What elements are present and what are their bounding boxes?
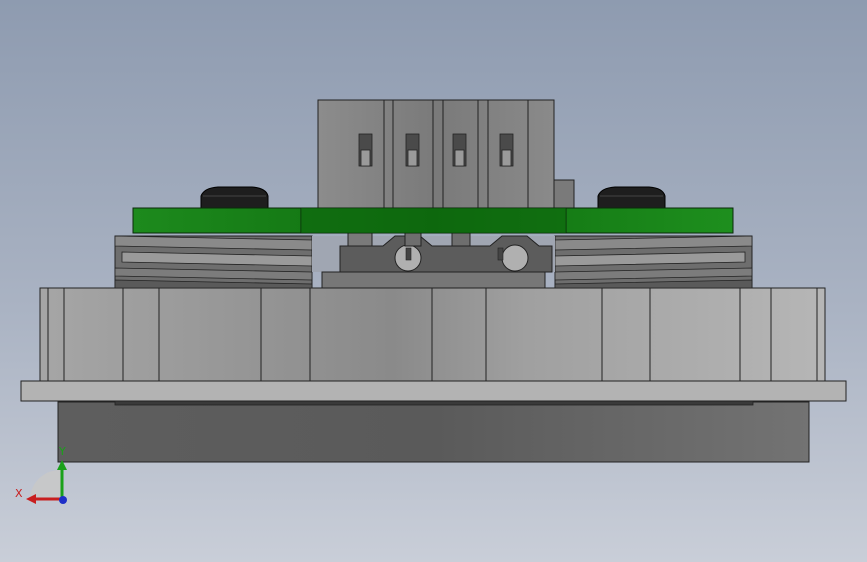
coordinate-triad: Y X xyxy=(15,445,67,504)
pcb-board[interactable] xyxy=(132,207,734,234)
base-block[interactable] xyxy=(57,399,810,463)
right-threaded-block[interactable] xyxy=(554,235,753,289)
left-threaded-block[interactable] xyxy=(114,235,313,289)
bracket-hole-right xyxy=(501,244,529,272)
z-axis-dot xyxy=(59,496,67,504)
x-axis-label: X xyxy=(15,487,23,500)
left-knob[interactable] xyxy=(200,186,269,209)
flange-plate[interactable] xyxy=(20,380,847,402)
ring-body[interactable] xyxy=(39,287,826,382)
right-knob[interactable] xyxy=(597,186,666,209)
connector-housing[interactable] xyxy=(317,99,555,209)
cad-model-drawing: Y X xyxy=(15,99,847,504)
y-axis-label: Y xyxy=(58,445,66,458)
cad-viewport[interactable]: Y X xyxy=(0,0,867,562)
